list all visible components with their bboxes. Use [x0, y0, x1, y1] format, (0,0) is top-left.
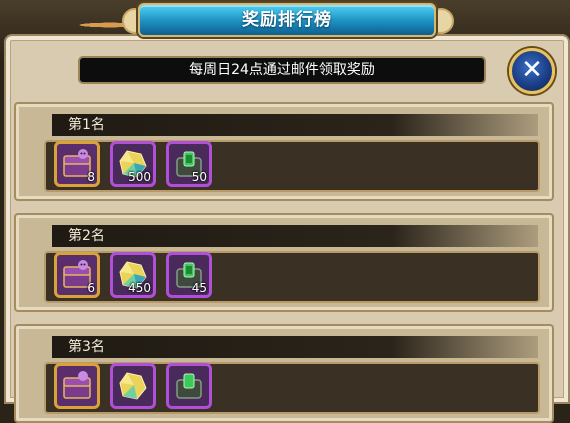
- reward-item[interactable]: [110, 363, 156, 409]
- reward-item[interactable]: 500: [110, 141, 156, 187]
- close-icon: ✕: [521, 55, 543, 85]
- reward-item[interactable]: 6: [54, 252, 100, 298]
- green-gem-chest-icon: [176, 373, 202, 399]
- reward-count: 50: [191, 170, 207, 184]
- rank-label: 第2名: [52, 225, 538, 247]
- crystal-icon: [119, 372, 147, 400]
- reward-item[interactable]: [166, 363, 212, 409]
- panel-title: 奖励排行榜: [138, 3, 436, 37]
- reward-count: 500: [128, 170, 151, 184]
- rank-label: 第1名: [52, 114, 538, 136]
- reward-count: 8: [87, 170, 95, 184]
- reward-notice: 每周日24点通过邮件领取奖励: [78, 56, 486, 84]
- reward-row: 8 500 50: [44, 140, 540, 192]
- rank-card-1: 第1名 8 500 50: [14, 102, 554, 201]
- reward-item[interactable]: 50: [166, 141, 212, 187]
- reward-count: 6: [87, 281, 95, 295]
- close-button[interactable]: ✕: [509, 48, 555, 94]
- reward-row: [44, 362, 540, 414]
- reward-item[interactable]: 450: [110, 252, 156, 298]
- reward-item[interactable]: 8: [54, 141, 100, 187]
- rank-card-2: 第2名 6 450 45: [14, 213, 554, 312]
- rank-card-3: 第3名: [14, 324, 554, 423]
- reward-row: 6 450 45: [44, 251, 540, 303]
- reward-item[interactable]: 45: [166, 252, 212, 298]
- rank-label: 第3名: [52, 336, 538, 358]
- reward-item[interactable]: [54, 363, 100, 409]
- purple-chest-icon: [63, 371, 91, 399]
- reward-count: 45: [191, 281, 207, 295]
- reward-count: 450: [128, 281, 151, 295]
